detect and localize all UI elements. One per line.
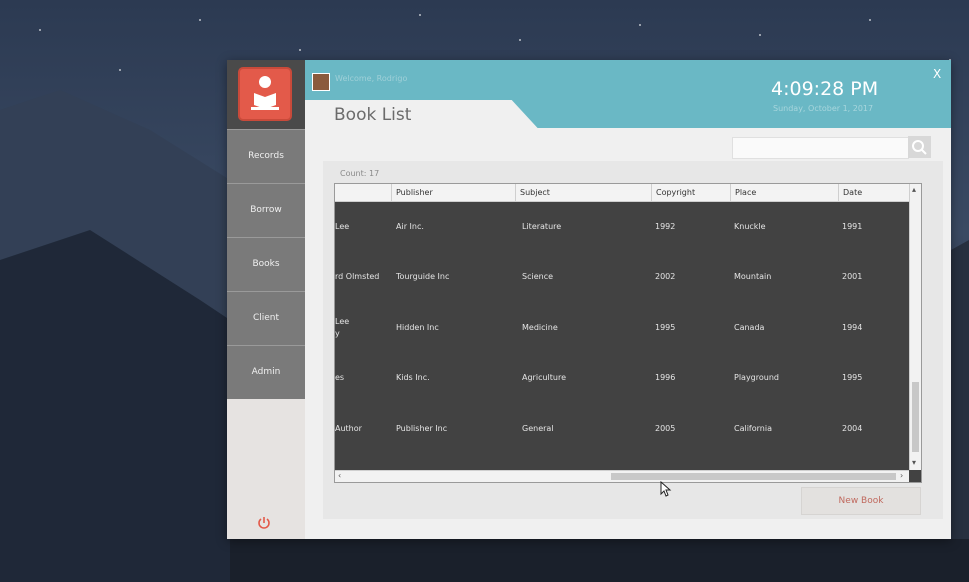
cell-subject: General [522, 424, 554, 433]
cell-publisher: Kids Inc. [396, 373, 430, 382]
grid-header: Publisher Subject Copyright Place Date [335, 184, 909, 202]
clock-date: Sunday, October 1, 2017 [773, 104, 874, 113]
column-header-copyright[interactable]: Copyright [651, 184, 730, 201]
cell-author-line2: y [335, 329, 340, 338]
cell-copyright: 2002 [655, 272, 676, 281]
sidebar-item-label: Admin [251, 367, 281, 377]
horizontal-scrollbar[interactable]: ‹ › [335, 470, 909, 482]
cell-copyright: 1992 [655, 222, 676, 231]
cell-author: Author [335, 424, 362, 433]
cell-subject: Agriculture [522, 373, 566, 382]
scroll-up-icon[interactable]: ▴ [912, 185, 916, 194]
sidebar-item-books[interactable]: Books [227, 237, 305, 291]
close-button[interactable]: X [933, 67, 941, 81]
logo-box [227, 60, 305, 129]
cell-copyright: 2005 [655, 424, 676, 433]
search-icon [912, 140, 927, 155]
cell-publisher: Air Inc. [396, 222, 424, 231]
cell-author: Lee [335, 222, 350, 231]
cell-subject: Science [522, 272, 554, 281]
sidebar-item-label: Client [252, 313, 280, 323]
cell-place: Playground [734, 373, 779, 382]
vertical-scrollbar[interactable]: ▴ ▾ [909, 184, 921, 470]
sidebar-item-label: Records [248, 151, 284, 161]
sidebar-item-borrow[interactable]: Borrow [227, 183, 305, 237]
page-title: Book List [334, 105, 412, 125]
app-window: Records Borrow Books Client Admin Welcom… [227, 60, 951, 539]
cell-subject: Medicine [522, 323, 558, 332]
new-book-button[interactable]: New Book [801, 487, 921, 515]
vertical-scroll-thumb[interactable] [912, 382, 919, 452]
power-icon[interactable] [257, 516, 271, 534]
cell-publisher: Tourguide Inc [396, 272, 450, 281]
cursor-icon [660, 481, 672, 497]
sidebar-item-label: Borrow [250, 205, 282, 215]
search-button[interactable] [908, 136, 931, 158]
cell-date: 2004 [842, 424, 863, 433]
avatar [312, 73, 330, 91]
scroll-right-icon[interactable]: › [900, 471, 903, 480]
search-input[interactable] [732, 137, 909, 159]
cell-author: Lee [335, 317, 350, 326]
column-header-publisher[interactable]: Publisher [391, 184, 514, 201]
sidebar-item-label: Books [252, 259, 280, 269]
cell-date: 1995 [842, 373, 863, 382]
cell-date: 1991 [842, 222, 863, 231]
scroll-down-icon[interactable]: ▾ [912, 458, 916, 467]
sidebar-item-client[interactable]: Client [227, 291, 305, 345]
sidebar-item-admin[interactable]: Admin [227, 345, 305, 399]
cell-author: rd Olmsted [335, 272, 380, 281]
cell-copyright: 1996 [655, 373, 676, 382]
cell-date: 1994 [842, 323, 863, 332]
cell-publisher: Publisher Inc [396, 424, 448, 433]
column-header-subject[interactable]: Subject [515, 184, 651, 201]
column-header-author[interactable] [335, 184, 391, 201]
cell-publisher: Hidden Inc [396, 323, 439, 332]
reader-logo-icon [238, 67, 292, 121]
column-header-date[interactable]: Date [838, 184, 910, 201]
clock-time: 4:09:28 PM [771, 78, 879, 100]
cell-date: 2001 [842, 272, 863, 281]
sidebar: Records Borrow Books Client Admin [227, 60, 305, 539]
welcome-text: Welcome, Rodrigo [335, 74, 408, 83]
book-grid[interactable]: Publisher Subject Copyright Place Date L… [334, 183, 922, 483]
cell-subject: Literature [522, 222, 562, 231]
record-count: Count: 17 [340, 169, 380, 178]
cell-place: California [734, 424, 772, 433]
cell-author: es [335, 373, 345, 382]
cell-copyright: 1995 [655, 323, 676, 332]
column-header-place[interactable]: Place [730, 184, 838, 201]
cell-place: Canada [734, 323, 765, 332]
cell-place: Mountain [734, 272, 772, 281]
horizontal-scroll-thumb[interactable] [611, 473, 896, 480]
sidebar-item-records[interactable]: Records [227, 129, 305, 183]
scroll-left-icon[interactable]: ‹ [338, 471, 341, 480]
cell-place: Knuckle [734, 222, 766, 231]
